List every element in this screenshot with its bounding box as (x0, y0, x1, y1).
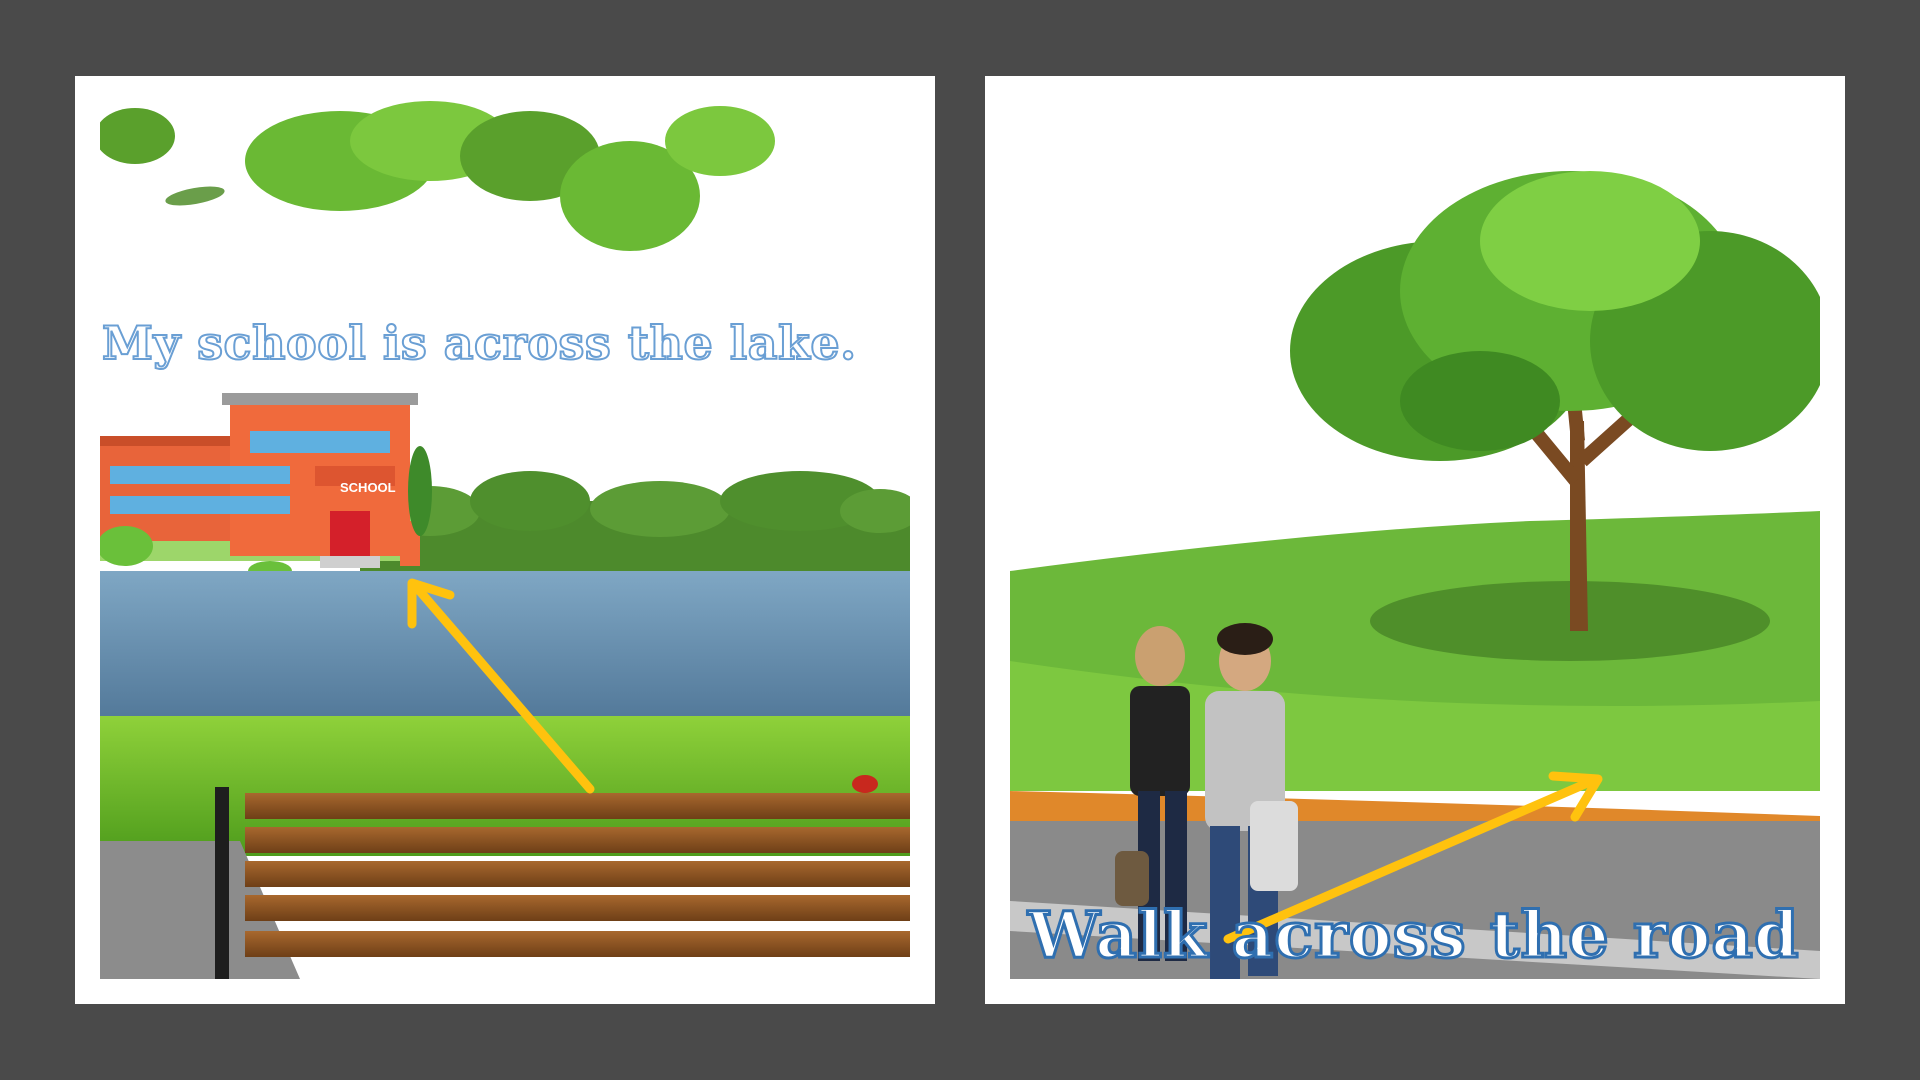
right-illustration-card: Walk across the road (985, 76, 1845, 1004)
road-scene-illustration (1010, 171, 1820, 979)
lake-scene-illustration (100, 101, 910, 979)
ladybug (852, 775, 878, 793)
lake-school-scene: SCHOOL My school is across the lake. (100, 101, 910, 979)
top-foliage (100, 101, 775, 251)
caption-walk-across-road: Walk across the road (1027, 897, 1801, 975)
school-sign: SCHOOL (340, 480, 396, 495)
distant-trees (360, 471, 910, 571)
park-bench (215, 787, 910, 979)
caption-across-lake: My school is across the lake. (101, 315, 857, 371)
lake-water (100, 571, 910, 731)
road-walk-scene: Walk across the road (1010, 101, 1820, 979)
left-illustration-card: SCHOOL My school is across the lake. (75, 76, 935, 1004)
